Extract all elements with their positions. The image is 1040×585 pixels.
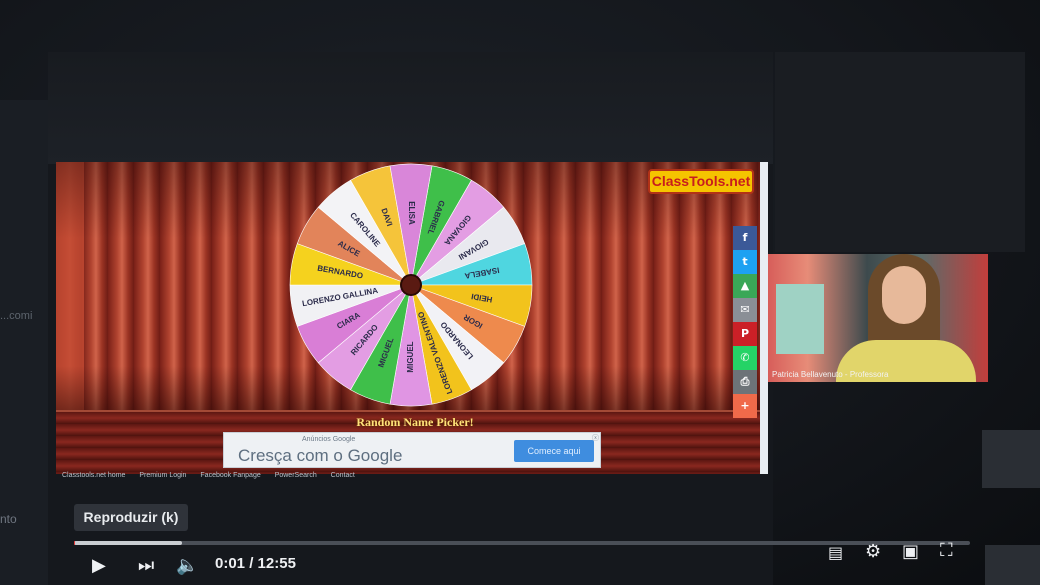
footer-link-powersearch[interactable]: PowerSearch [275, 472, 317, 479]
footer-link-home[interactable]: Classtools.net home [62, 472, 125, 479]
wheel-hub[interactable] [400, 274, 422, 296]
volume-icon[interactable]: 🔈 [176, 555, 198, 576]
name-wheel[interactable]: GABRIEL GIOVANA GIOVANI ISABELA HEIDI IGOR LEO… [286, 161, 536, 409]
footer-link-premium[interactable]: Premium Login [139, 472, 186, 479]
ad-headline[interactable]: Cresça com o Google [238, 446, 402, 466]
wheel-svg[interactable]: GABRIELGIOVANAGIOVANIISABELAHEIDIIGORLEO… [286, 161, 536, 409]
right-thumbnail[interactable] [982, 430, 1040, 488]
footer-link-facebook[interactable]: Facebook Fanpage [200, 472, 260, 479]
next-icon[interactable]: ⏭ [138, 555, 154, 576]
right-panel [775, 52, 1025, 252]
webcam-name-label: Patricia Bellavenuto - Professora [772, 370, 889, 379]
ad-label: Anúncios Google [302, 436, 356, 443]
progress-buffered [74, 541, 182, 545]
progress-played [74, 541, 76, 545]
ad-close-icon[interactable]: ⓧ [592, 433, 599, 443]
right-thumbnail-2[interactable] [985, 545, 1040, 585]
left-page-text: nto [0, 512, 17, 526]
play-tooltip: Reproduzir (k) [74, 504, 188, 531]
miniplayer-icon[interactable]: ▣ [902, 541, 919, 562]
twitter-icon[interactable]: t [733, 250, 757, 274]
wheel-name-label: MIGUEL [406, 341, 415, 372]
fullscreen-icon[interactable]: ⛶ [940, 540, 953, 561]
picker-title: Random Name Picker! [356, 415, 474, 429]
wheel-name-label: ELISA [407, 201, 416, 225]
ad-cta-button[interactable]: Comece aqui [514, 440, 594, 462]
upload-icon[interactable]: ▲ [733, 274, 757, 298]
footer-link-contact[interactable]: Contact [331, 472, 355, 479]
ad-banner[interactable]: Anúncios Google Cresça com o Google Come… [223, 432, 601, 468]
print-icon[interactable]: ⎙ [733, 370, 757, 394]
current-time: 0:01 [215, 555, 246, 572]
webcam-background-poster [776, 284, 824, 354]
plus-icon[interactable]: + [733, 394, 757, 418]
subtitles-icon[interactable]: ▤ [828, 543, 843, 562]
left-page-text-2: ...comi [0, 310, 33, 322]
whatsapp-icon[interactable]: ✆ [733, 346, 757, 370]
play-icon[interactable]: ▶ [92, 555, 106, 576]
time-display: 0:01 / 12:55 [215, 555, 296, 572]
facebook-icon[interactable]: f [733, 226, 757, 250]
time-separator: / [245, 555, 258, 572]
duration: 12:55 [257, 555, 296, 572]
pinterest-icon[interactable]: P [733, 322, 757, 346]
settings-icon[interactable]: ⚙ [865, 541, 881, 562]
webcam-person-face [882, 266, 926, 324]
video-top-area [48, 52, 773, 164]
share-bar: f t ▲ ✉ P ✆ ⎙ + [733, 226, 757, 422]
classtools-logo[interactable]: ClassTools.net [648, 169, 754, 194]
email-icon[interactable]: ✉ [733, 298, 757, 322]
page-scrollbar[interactable] [760, 162, 768, 474]
footer-links: Classtools.net home Premium Login Facebo… [62, 472, 762, 482]
webcam-overlay: Patricia Bellavenuto - Professora [768, 254, 988, 382]
